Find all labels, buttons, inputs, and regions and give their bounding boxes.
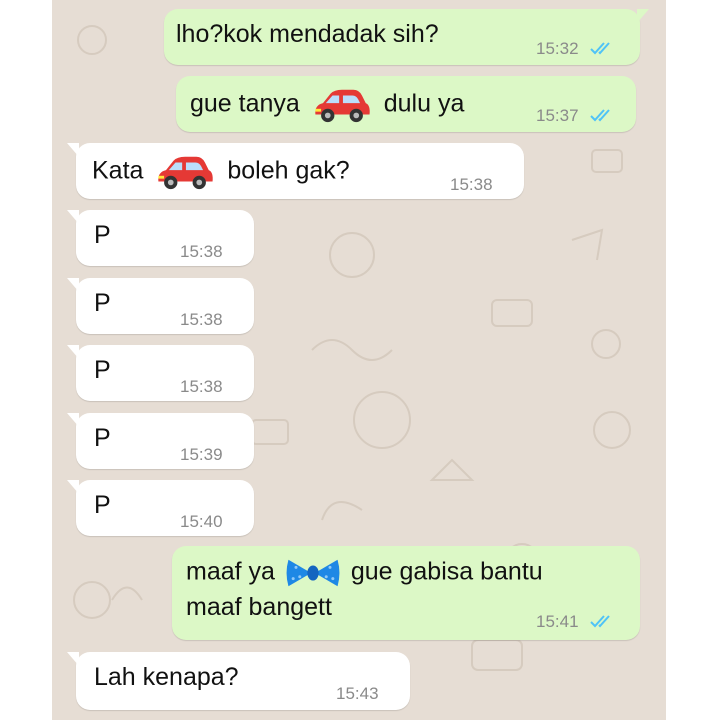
message-text-line2: maaf bangett [186, 593, 332, 621]
read-receipt-icon [590, 41, 614, 55]
message-text-part: Kata [92, 156, 144, 185]
message-text: maaf ya gue gabisa bantu [186, 556, 543, 590]
message-incoming[interactable]: P 15:38 [67, 345, 254, 401]
message-time: 15:38 [180, 310, 223, 329]
message-text: P [94, 289, 111, 317]
message-incoming[interactable]: P 15:40 [67, 480, 254, 536]
message-incoming[interactable]: P 15:39 [67, 413, 254, 469]
message-text: P [94, 221, 111, 249]
message-text-part: boleh gak? [227, 156, 350, 185]
read-receipt-icon [590, 614, 614, 628]
message-time: 15:38 [180, 377, 223, 396]
car-emoji [309, 86, 375, 124]
read-receipt-icon [590, 108, 614, 122]
message-time: 15:41 [536, 612, 579, 631]
message-text-part: gue tanya [190, 89, 300, 118]
message-incoming[interactable]: Lah kenapa? 15:43 [67, 652, 410, 710]
message-text: P [94, 491, 111, 519]
message-outgoing[interactable]: lho?kok mendadak sih? 15:32 [164, 9, 649, 65]
message-incoming[interactable]: P 15:38 [67, 210, 254, 266]
message-time: 15:43 [336, 684, 379, 703]
message-text-part: maaf ya [186, 557, 275, 586]
message-text: Kata boleh gak? [92, 153, 350, 191]
message-time: 15:38 [180, 242, 223, 261]
message-time: 15:32 [536, 39, 579, 58]
car-emoji [152, 153, 218, 191]
message-incoming[interactable]: Kata boleh gak? 15:38 [67, 143, 524, 199]
message-time: 15:40 [180, 512, 223, 531]
message-text: P [94, 356, 111, 384]
chat-area[interactable]: lho?kok mendadak sih? 15:32 gue tanya du… [52, 0, 666, 720]
message-outgoing[interactable]: maaf ya gue gabisa bantu maaf bangett 15… [172, 546, 640, 640]
message-text: lho?kok mendadak sih? [176, 20, 439, 48]
message-text-part: dulu ya [383, 89, 465, 118]
bow-tie-emoji [284, 556, 342, 590]
message-incoming[interactable]: P 15:38 [67, 278, 254, 334]
message-text-part: gue gabisa bantu [350, 557, 543, 586]
message-time: 15:39 [180, 445, 223, 464]
message-outgoing[interactable]: gue tanya dulu ya 15:37 [176, 76, 636, 132]
message-text: Lah kenapa? [94, 663, 239, 691]
message-text: gue tanya dulu ya [190, 86, 464, 124]
message-text: P [94, 424, 111, 452]
message-time: 15:37 [536, 106, 579, 125]
message-time: 15:38 [450, 175, 493, 194]
